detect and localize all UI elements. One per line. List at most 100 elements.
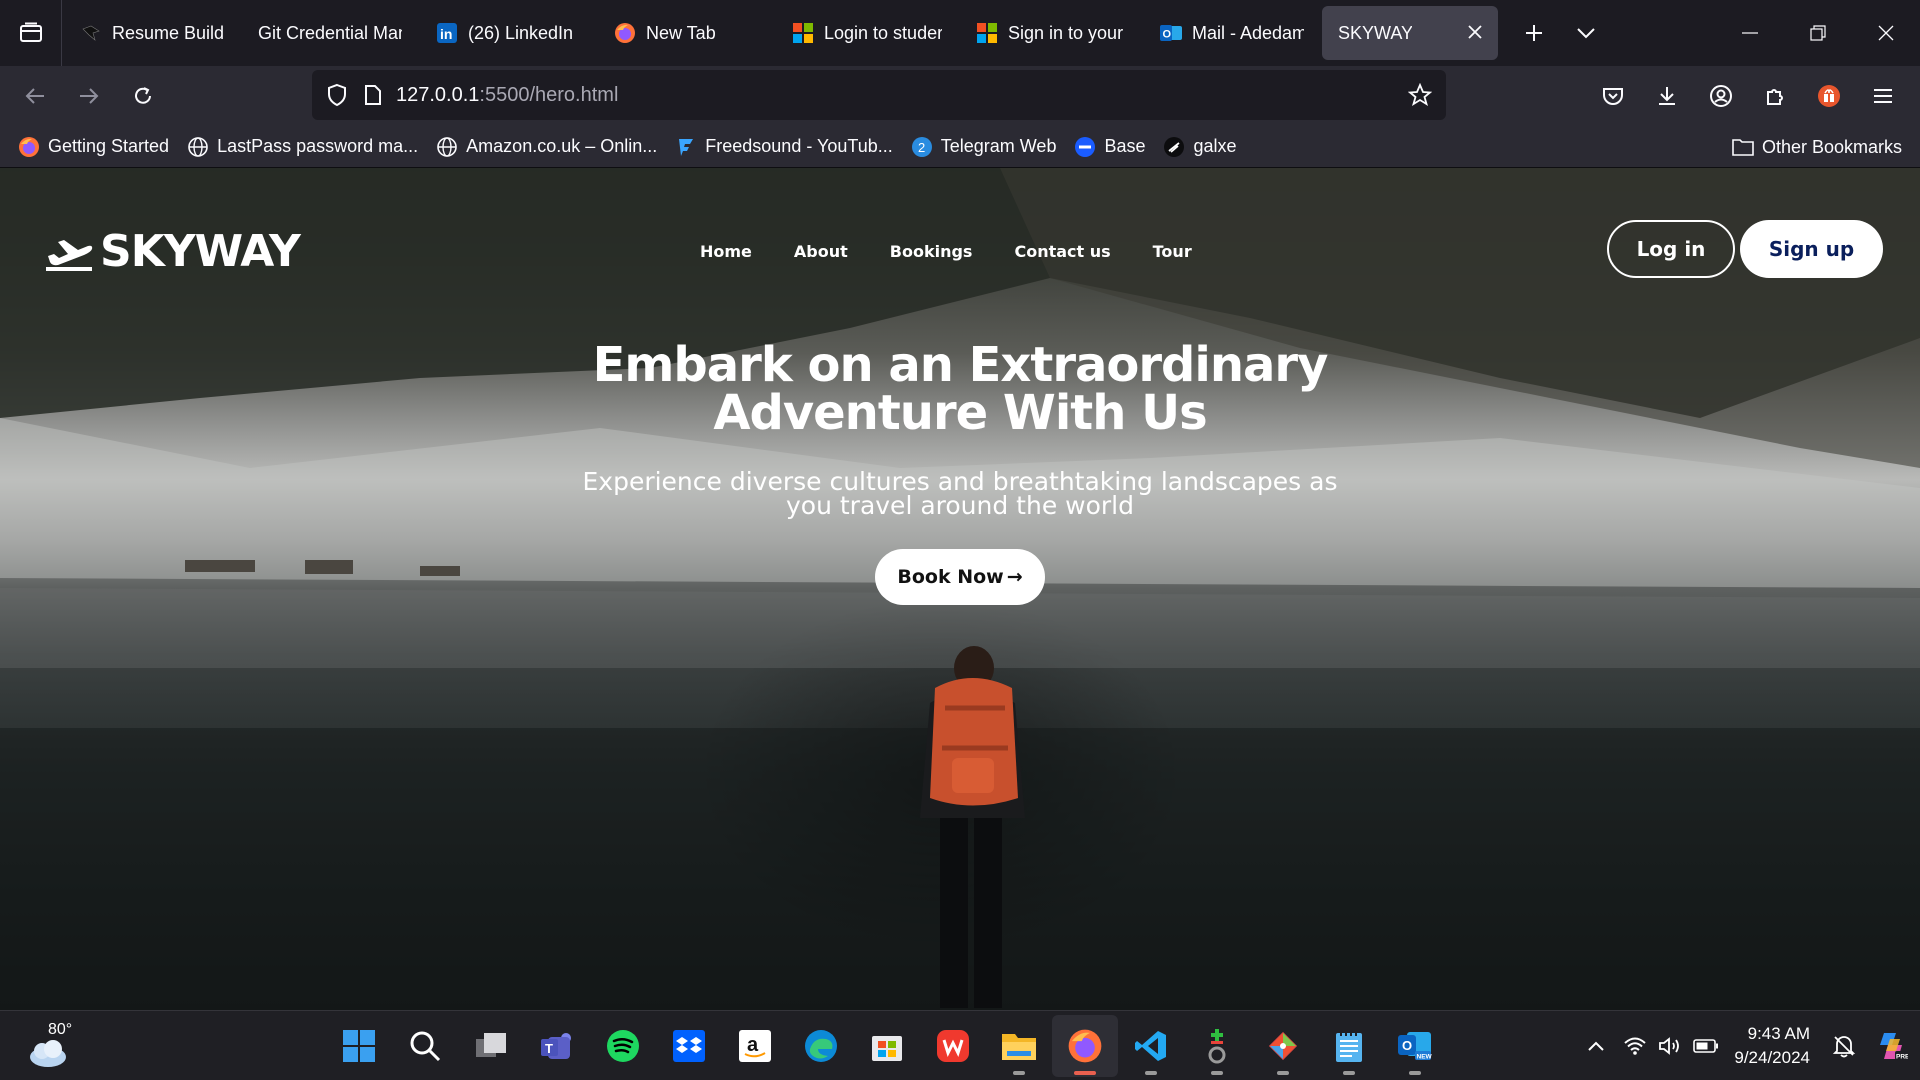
outlook-new-app[interactable]: O NEW — [1382, 1015, 1448, 1077]
other-bookmarks[interactable]: Other Bookmarks — [1732, 126, 1902, 168]
tab-linkedin[interactable]: in (26) LinkedIn — [420, 6, 596, 60]
wps-icon — [937, 1030, 969, 1062]
outlook-new-icon: O NEW — [1398, 1032, 1433, 1061]
task-view-button[interactable] — [458, 1015, 524, 1077]
menu-button[interactable] — [1856, 66, 1910, 126]
nav-link-home[interactable]: Home — [700, 242, 752, 261]
page-icon[interactable] — [364, 84, 382, 106]
show-hidden-icons-button[interactable] — [1574, 1011, 1618, 1080]
list-all-tabs-button[interactable] — [1562, 0, 1610, 66]
clock[interactable]: 9:43 AM 9/24/2024 — [1734, 1022, 1810, 1070]
file-explorer-app[interactable] — [986, 1015, 1052, 1077]
running-indicator — [1277, 1071, 1289, 1075]
edge-app[interactable] — [788, 1015, 854, 1077]
pocket-icon — [1603, 88, 1623, 105]
dropbox-app[interactable] — [656, 1015, 722, 1077]
forward-button[interactable] — [62, 66, 116, 126]
chevron-down-icon — [1577, 28, 1595, 39]
vscode-app[interactable] — [1118, 1015, 1184, 1077]
close-tab-icon[interactable] — [1468, 23, 1482, 44]
notifications-button[interactable] — [1824, 1011, 1864, 1080]
signup-button[interactable]: Sign up — [1740, 220, 1883, 278]
teams-app[interactable]: T — [524, 1015, 590, 1077]
site-logo[interactable]: SKYWAY — [44, 226, 301, 277]
headline-line-2: Adventure With Us — [713, 385, 1207, 441]
network-button[interactable] — [1618, 1011, 1652, 1080]
account-icon — [1710, 85, 1732, 107]
amazon-app[interactable]: a — [722, 1015, 788, 1077]
spotify-app[interactable] — [590, 1015, 656, 1077]
volume-button[interactable] — [1652, 1011, 1688, 1080]
firefox-icon — [614, 22, 636, 44]
battery-button[interactable] — [1688, 1011, 1724, 1080]
tab-sign-in[interactable]: Sign in to your — [960, 6, 1142, 60]
firefox-view-button[interactable] — [0, 0, 62, 66]
tab-title: Git Credential Man — [258, 22, 402, 43]
store-icon — [872, 1036, 902, 1061]
tab-title: Sign in to your — [1008, 22, 1124, 43]
downloads-button[interactable] — [1640, 66, 1694, 126]
tab-git-credential-manager[interactable]: Git Credential Man — [242, 6, 418, 60]
restore-button[interactable] — [1784, 0, 1852, 66]
edge-icon — [805, 1030, 837, 1062]
nav-link-tour[interactable]: Tour — [1153, 242, 1192, 261]
svg-text:O: O — [1402, 1038, 1412, 1053]
running-indicator — [1409, 1071, 1421, 1075]
nav-link-about[interactable]: About — [794, 242, 848, 261]
bookmark-getting-started[interactable]: Getting Started — [18, 136, 169, 158]
spotify-icon — [607, 1030, 639, 1062]
tab-mail[interactable]: O Mail - Adedam — [1144, 6, 1320, 60]
airplane-takeoff-icon — [46, 239, 93, 271]
close-window-button[interactable] — [1852, 0, 1920, 66]
address-bar[interactable]: 127.0.0.1:5500/hero.html — [312, 70, 1446, 120]
bookmark-freedsound[interactable]: Freedsound - YouTub... — [675, 136, 893, 158]
git-client-app[interactable] — [1184, 1015, 1250, 1077]
copilot-button[interactable]: PRE — [1864, 1011, 1920, 1080]
url-text[interactable]: 127.0.0.1:5500/hero.html — [396, 84, 618, 107]
nav-link-contact[interactable]: Contact us — [1014, 242, 1110, 261]
bookmark-galxe[interactable]: galxe — [1163, 136, 1237, 158]
notepad-app[interactable] — [1316, 1015, 1382, 1077]
bookmark-telegram[interactable]: 2 Telegram Web — [911, 136, 1056, 158]
cloud-icon — [30, 1040, 66, 1067]
extension-gift-icon — [1818, 85, 1840, 107]
search-button[interactable] — [392, 1015, 458, 1077]
arrow-right-icon — [80, 88, 99, 104]
start-button[interactable] — [326, 1015, 392, 1077]
extensions-button[interactable] — [1748, 66, 1802, 126]
new-tab-button[interactable] — [1506, 0, 1562, 66]
hero-section: SKYWAY Home About Bookings Contact us To… — [0, 168, 1920, 1010]
firefox-app[interactable] — [1052, 1015, 1118, 1077]
tab-title: Login to studer — [824, 22, 942, 43]
store-app[interactable] — [854, 1015, 920, 1077]
reload-button[interactable] — [116, 66, 170, 126]
tab-login-to-student[interactable]: Login to studer — [776, 6, 958, 60]
hero-subtitle: Experience diverse cultures and breathta… — [580, 469, 1340, 518]
minimize-button[interactable] — [1716, 0, 1784, 66]
wifi-icon — [1624, 1037, 1647, 1055]
back-button[interactable] — [8, 66, 62, 126]
wps-app[interactable] — [920, 1015, 986, 1077]
clock-time: 9:43 AM — [1747, 1024, 1810, 1043]
git-icon — [1268, 1031, 1298, 1061]
bookmark-base[interactable]: Base — [1074, 136, 1145, 158]
bookmark-lastpass[interactable]: LastPass password ma... — [187, 136, 418, 158]
bookmark-amazon[interactable]: Amazon.co.uk – Onlin... — [436, 136, 657, 158]
teams-icon: T — [541, 1033, 571, 1059]
shield-icon[interactable] — [326, 83, 348, 107]
firefox-icon — [18, 136, 40, 158]
svg-text:a: a — [747, 1034, 759, 1056]
pocket-button[interactable] — [1586, 66, 1640, 126]
account-button[interactable] — [1694, 66, 1748, 126]
bookmark-star-icon[interactable] — [1408, 83, 1432, 107]
login-button[interactable]: Log in — [1607, 220, 1735, 278]
book-now-button[interactable]: Book Now → — [875, 549, 1045, 605]
extension-button[interactable] — [1802, 66, 1856, 126]
tab-new-tab[interactable]: New Tab — [598, 6, 774, 60]
tab-resume-builder[interactable]: Resume Builde — [64, 6, 240, 60]
minimize-icon — [1742, 32, 1758, 34]
site-header: SKYWAY Home About Bookings Contact us To… — [0, 168, 1920, 328]
tab-skyway[interactable]: SKYWAY — [1322, 6, 1498, 60]
git-app[interactable] — [1250, 1015, 1316, 1077]
nav-link-bookings[interactable]: Bookings — [890, 242, 973, 261]
